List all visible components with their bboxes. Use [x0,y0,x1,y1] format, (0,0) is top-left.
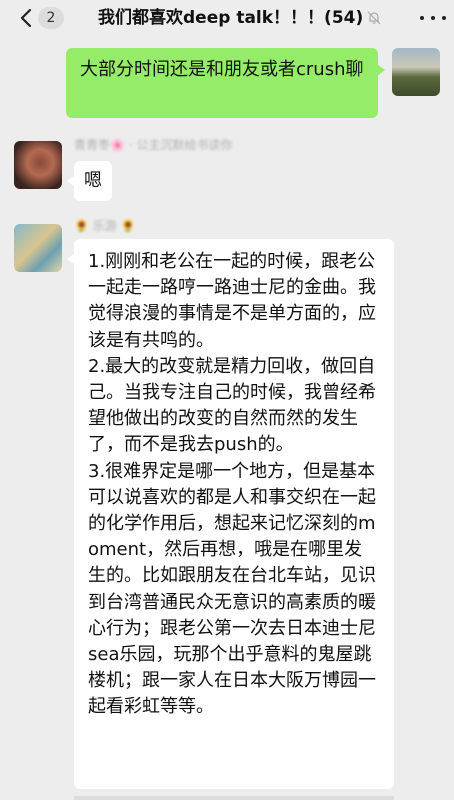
message-bubble-incoming[interactable]: 1.刚刚和老公在一起的时候，跟老公一起走一路哼一路迪士尼的金曲。我觉得浪漫的事情… [67,239,394,789]
message-text: 嗯 [84,170,102,191]
avatar-sender-a[interactable] [14,141,62,189]
message-text: 大部分时间还是和朋友或者crush聊 [80,59,364,80]
chat-header: 2 我们都喜欢deep talk！！！(54) [0,0,454,36]
chat-title: 我们都喜欢deep talk！！！(54) [98,6,381,30]
sender-name: 🌻 乐游 🌻 [74,219,136,233]
message-paragraph: 2.最大的改变就是精力回收，做回自己。当我专注自己的时候，我曾经希望他做出的改变… [88,355,376,456]
back-button[interactable] [18,8,34,28]
chat-title-text: 我们都喜欢deep talk！！！(54) [98,8,364,28]
more-button[interactable] [420,8,446,28]
more-icon [420,16,424,20]
message-bubble-outgoing[interactable]: 大部分时间还是和朋友或者crush聊 [66,48,385,118]
avatar-sender-b[interactable] [14,224,62,272]
message-paragraph: 3.很难界定是哪一个地方，但是基本可以说喜欢的都是人和事交织在一起的化学作用后，… [88,460,376,718]
next-message-preview [74,796,394,800]
message-paragraph: 1.刚刚和老公在一起的时候，跟老公一起走一路哼一路迪士尼的金曲。我觉得浪漫的事情… [88,251,376,351]
avatar-self[interactable] [392,48,440,96]
chevron-left-icon [20,8,32,28]
unread-count-badge[interactable]: 2 [38,7,64,29]
sender-name: 青青枣🌸 · 公主沉默给书读你 [74,138,233,152]
message-bubble-incoming[interactable]: 嗯 [67,161,112,201]
bell-muted-icon [367,11,381,25]
